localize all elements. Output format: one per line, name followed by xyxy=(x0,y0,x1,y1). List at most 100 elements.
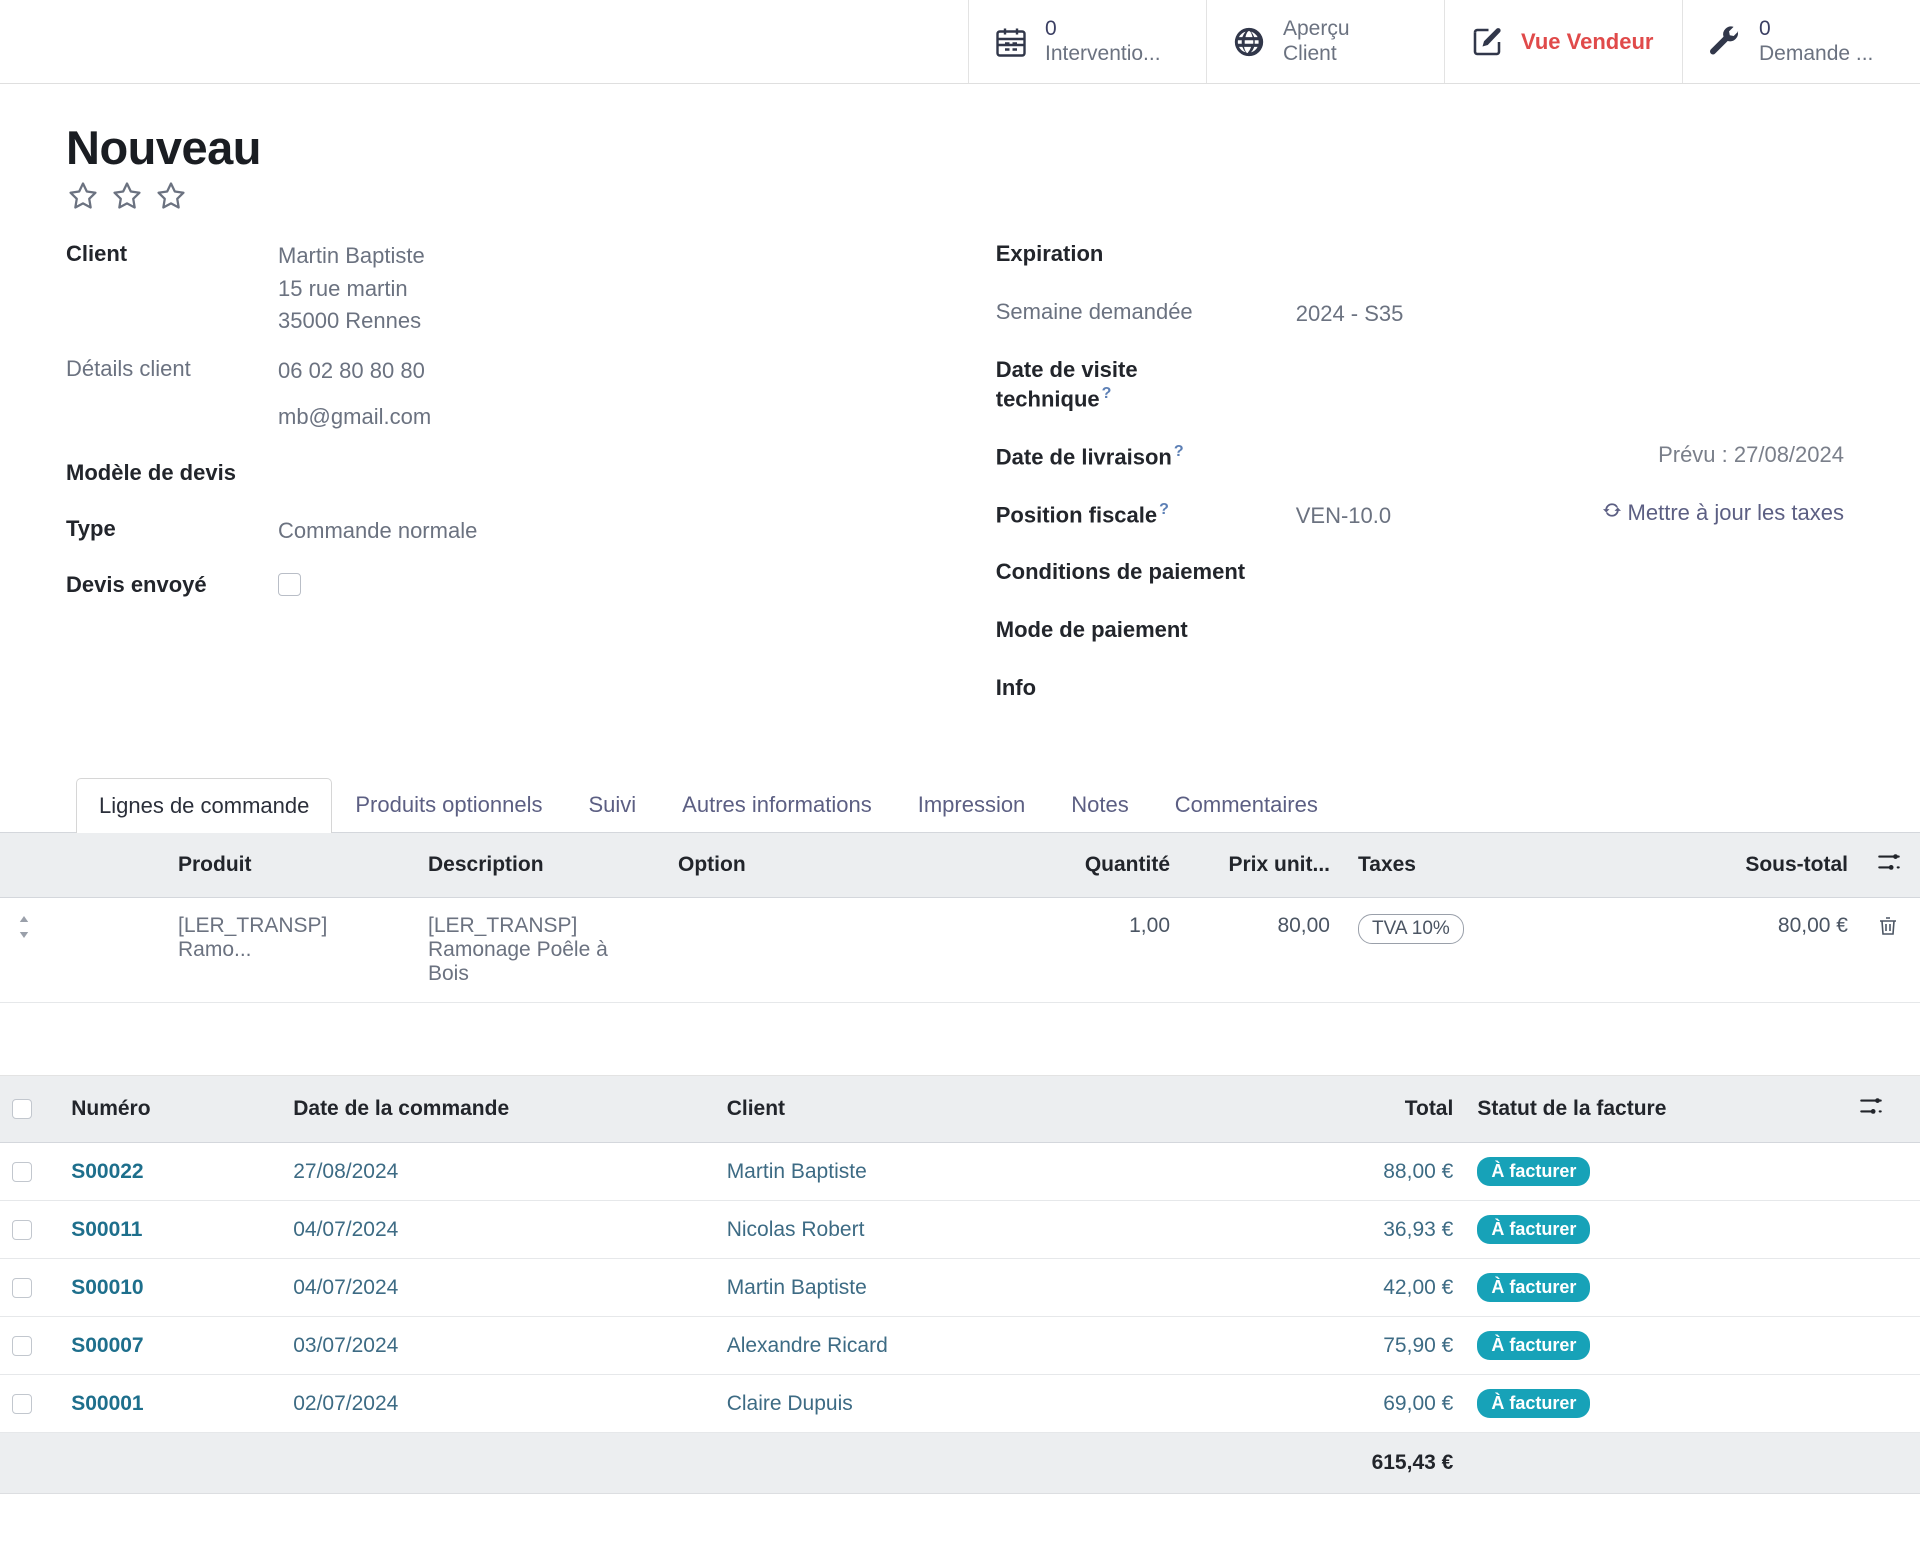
row-checkbox[interactable] xyxy=(12,1335,32,1356)
star-icon-2[interactable] xyxy=(110,179,144,213)
table-row[interactable]: S00007 03/07/2024 Alexandre Ricard 75,90… xyxy=(0,1316,1920,1375)
field-label-quotation-template: Modèle de devis xyxy=(66,459,236,485)
cell-spacer-2 xyxy=(914,897,1004,1003)
col-product[interactable]: Produit xyxy=(164,832,414,898)
order-link[interactable]: S00011 xyxy=(71,1218,142,1241)
field-value-delivery-date[interactable] xyxy=(1296,439,1626,442)
help-icon-fiscal-position[interactable]: ? xyxy=(1159,501,1169,518)
tab-other-information[interactable]: Autres informations xyxy=(659,777,895,832)
order-link[interactable]: S00001 xyxy=(71,1392,143,1415)
col-option[interactable]: Option xyxy=(664,832,914,898)
row-checkbox-cell[interactable] xyxy=(0,1258,60,1317)
tab-order-lines[interactable]: Lignes de commande xyxy=(76,778,333,833)
field-value-info[interactable] xyxy=(1296,671,1626,674)
stat-button-seller-view[interactable]: Vue Vendeur xyxy=(1444,0,1682,83)
col-select-all[interactable] xyxy=(0,1076,60,1143)
select-all-checkbox[interactable] xyxy=(12,1099,32,1120)
col-unit-price[interactable]: Prix unit... xyxy=(1184,832,1344,898)
col-order-date[interactable]: Date de la commande xyxy=(281,1076,715,1143)
col-description[interactable]: Description xyxy=(414,832,664,898)
form-column-right: Expiration Semaine demandée 2024 - S35 D… xyxy=(996,237,1854,729)
field-value-technical-visit-date[interactable] xyxy=(1296,353,1626,356)
row-checkbox-cell[interactable] xyxy=(0,1316,60,1375)
col-numero[interactable]: Numéro xyxy=(59,1076,282,1143)
star-icon-1[interactable] xyxy=(66,179,100,213)
col-total[interactable]: Total xyxy=(1306,1076,1466,1143)
cell-row-end xyxy=(1845,1258,1920,1317)
status-badge: À facturer xyxy=(1477,1331,1591,1360)
field-type: Type Commande normale xyxy=(66,512,996,558)
table-row[interactable]: S00022 27/08/2024 Martin Baptiste 88,00 … xyxy=(0,1142,1920,1201)
tab-optional-products[interactable]: Produits optionnels xyxy=(332,777,565,832)
priority-stars[interactable] xyxy=(66,179,1854,213)
tab-printing[interactable]: Impression xyxy=(895,777,1049,832)
cell-numero[interactable]: S00022 xyxy=(59,1142,282,1201)
cell-row-end xyxy=(1845,1142,1920,1201)
help-icon-delivery-date[interactable]: ? xyxy=(1174,443,1184,460)
help-icon-technical-visit[interactable]: ? xyxy=(1102,385,1112,402)
row-checkbox[interactable] xyxy=(12,1161,32,1182)
field-value-payment-terms[interactable] xyxy=(1296,555,1626,558)
field-value-fiscal-position[interactable]: VEN-10.0 xyxy=(1296,497,1602,533)
order-link[interactable]: S00022 xyxy=(71,1160,143,1183)
cell-taxes[interactable]: TVA 10% xyxy=(1344,897,1604,1003)
cell-order-date: 04/07/2024 xyxy=(281,1258,715,1317)
col-subtotal[interactable]: Sous-total xyxy=(1604,832,1862,898)
footer-spacer-2 xyxy=(59,1432,282,1494)
field-value-requested-week[interactable]: 2024 - S35 xyxy=(1296,295,1626,331)
column-settings-icon[interactable] xyxy=(1876,854,1902,880)
update-taxes-button[interactable]: Mettre à jour les taxes xyxy=(1602,500,1844,526)
cell-description[interactable]: [LER_TRANSP] Ramonage Poêle à Bois xyxy=(414,897,664,1003)
cell-order-date: 04/07/2024 xyxy=(281,1200,715,1259)
col-quantity[interactable]: Quantité xyxy=(1004,832,1184,898)
stat-button-requests[interactable]: 0 Demande ... xyxy=(1682,0,1920,83)
star-icon-3[interactable] xyxy=(154,179,188,213)
cell-numero[interactable]: S00007 xyxy=(59,1316,282,1375)
order-lines-table: Produit Description Option Quantité Prix… xyxy=(0,832,1920,1003)
cell-numero[interactable]: S00001 xyxy=(59,1374,282,1433)
row-checkbox-cell[interactable] xyxy=(0,1200,60,1259)
cell-product[interactable]: [LER_TRANSP] Ramo... xyxy=(164,897,414,1003)
order-link[interactable]: S00010 xyxy=(71,1276,143,1299)
field-value-payment-mode[interactable] xyxy=(1296,613,1626,616)
cell-row-end xyxy=(1845,1200,1920,1259)
quotation-sent-checkbox[interactable] xyxy=(278,572,301,596)
row-checkbox[interactable] xyxy=(12,1277,32,1298)
tax-tag[interactable]: TVA 10% xyxy=(1358,914,1464,944)
field-value-client[interactable]: Martin Baptiste 15 rue martin 35000 Renn… xyxy=(278,237,425,338)
table-row[interactable]: [LER_TRANSP] Ramo... [LER_TRANSP] Ramona… xyxy=(0,897,1920,1003)
cell-numero[interactable]: S00010 xyxy=(59,1258,282,1317)
order-lines-header: Produit Description Option Quantité Prix… xyxy=(0,832,1920,898)
tab-notes[interactable]: Notes xyxy=(1048,777,1151,832)
stat-button-customer-preview[interactable]: Aperçu Client xyxy=(1206,0,1444,83)
col-customer[interactable]: Client xyxy=(714,1076,1307,1143)
field-value-expiration[interactable] xyxy=(1296,237,1626,240)
list-column-settings-icon[interactable] xyxy=(1858,1098,1884,1124)
stat-button-interventions[interactable]: 0 Interventio... xyxy=(968,0,1206,83)
col-invoice-status[interactable]: Statut de la facture xyxy=(1465,1076,1846,1143)
table-row[interactable]: S00001 02/07/2024 Claire Dupuis 69,00 € … xyxy=(0,1374,1920,1433)
cell-order-date: 03/07/2024 xyxy=(281,1316,715,1375)
tab-comments[interactable]: Commentaires xyxy=(1152,777,1341,832)
col-taxes[interactable]: Taxes xyxy=(1344,832,1604,898)
field-value-type[interactable]: Commande normale xyxy=(278,512,477,548)
globe-icon xyxy=(1229,22,1269,62)
order-link[interactable]: S00007 xyxy=(71,1334,143,1357)
col-options-toggle[interactable] xyxy=(1862,832,1920,898)
row-checkbox[interactable] xyxy=(12,1393,32,1414)
cell-option[interactable] xyxy=(664,897,914,1003)
cell-unit-price[interactable]: 80,00 xyxy=(1184,897,1344,1003)
row-checkbox-cell[interactable] xyxy=(0,1142,60,1201)
table-row[interactable]: S00011 04/07/2024 Nicolas Robert 36,93 €… xyxy=(0,1200,1920,1259)
trash-icon[interactable] xyxy=(1876,917,1900,943)
row-checkbox-cell[interactable] xyxy=(0,1374,60,1433)
table-row[interactable]: S00010 04/07/2024 Martin Baptiste 42,00 … xyxy=(0,1258,1920,1317)
cell-quantity[interactable]: 1,00 xyxy=(1004,897,1184,1003)
col-list-settings[interactable] xyxy=(1845,1076,1920,1143)
drag-handle-icon[interactable] xyxy=(14,916,34,945)
cell-numero[interactable]: S00011 xyxy=(59,1200,282,1259)
tab-tracking[interactable]: Suivi xyxy=(565,777,659,832)
row-drag-handle-cell[interactable] xyxy=(0,897,64,1003)
cell-delete[interactable] xyxy=(1862,897,1920,1003)
row-checkbox[interactable] xyxy=(12,1219,32,1240)
